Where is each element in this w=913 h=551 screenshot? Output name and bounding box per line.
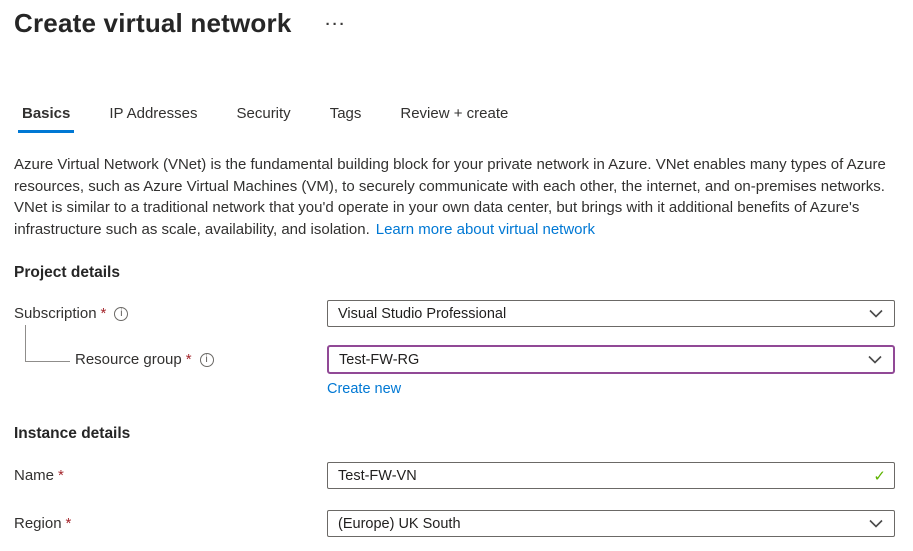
tab-security[interactable]: Security xyxy=(233,101,295,133)
required-marker: * xyxy=(58,467,64,484)
tab-tags[interactable]: Tags xyxy=(326,101,366,133)
subscription-label-group: Subscription * i xyxy=(14,305,327,322)
tab-basics[interactable]: Basics xyxy=(18,101,75,133)
project-details-heading: Project details xyxy=(14,264,120,281)
required-marker: * xyxy=(185,351,192,368)
name-label-group: Name * xyxy=(14,467,327,484)
region-label: Region xyxy=(14,515,62,532)
create-virtual-network-page: Create virtual network ··· Basics IP Add… xyxy=(0,0,913,537)
resource-group-dropdown[interactable]: Test-FW-RG xyxy=(327,345,895,374)
name-row: Name * ✓ xyxy=(14,462,899,489)
subscription-field-col: Visual Studio Professional xyxy=(327,300,895,327)
learn-more-link[interactable]: Learn more about virtual network xyxy=(376,221,595,238)
region-row: Region * (Europe) UK South xyxy=(14,510,899,537)
wizard-tabs: Basics IP Addresses Security Tags Review… xyxy=(18,101,899,133)
chevron-down-icon xyxy=(869,519,883,528)
region-label-group: Region * xyxy=(14,515,327,532)
resource-group-field-col: Test-FW-RG xyxy=(327,345,895,374)
chevron-down-icon xyxy=(869,309,883,318)
name-label: Name xyxy=(14,467,55,484)
resource-group-value: Test-FW-RG xyxy=(339,351,420,368)
required-marker: * xyxy=(100,305,107,322)
region-field-col: (Europe) UK South xyxy=(327,510,895,537)
resource-group-row: Resource group * i Test-FW-RG xyxy=(14,325,899,374)
instance-details-heading: Instance details xyxy=(14,425,131,442)
tab-ip-addresses[interactable]: IP Addresses xyxy=(105,101,201,133)
name-input[interactable] xyxy=(327,462,895,489)
resource-group-label: Resource group xyxy=(75,351,182,368)
page-header: Create virtual network ··· xyxy=(14,8,899,39)
name-field-col: ✓ xyxy=(327,462,895,489)
name-input-wrap: ✓ xyxy=(327,462,895,489)
region-dropdown[interactable]: (Europe) UK South xyxy=(327,510,895,537)
create-new-link[interactable]: Create new xyxy=(327,381,401,397)
page-title: Create virtual network xyxy=(14,8,292,38)
subscription-dropdown[interactable]: Visual Studio Professional xyxy=(327,300,895,327)
subscription-row: Subscription * i Visual Studio Professio… xyxy=(14,300,899,327)
tree-connector xyxy=(25,325,70,362)
required-marker: * xyxy=(65,515,72,532)
info-icon[interactable]: i xyxy=(199,352,214,367)
more-options-icon[interactable]: ··· xyxy=(326,17,347,32)
region-value: (Europe) UK South xyxy=(338,515,461,532)
subscription-value: Visual Studio Professional xyxy=(338,305,507,322)
chevron-down-icon xyxy=(868,355,882,364)
intro-paragraph: Azure Virtual Network (VNet) is the fund… xyxy=(14,154,898,240)
info-icon[interactable]: i xyxy=(114,306,129,321)
tab-review-create[interactable]: Review + create xyxy=(396,101,512,133)
subscription-label: Subscription xyxy=(14,305,97,322)
